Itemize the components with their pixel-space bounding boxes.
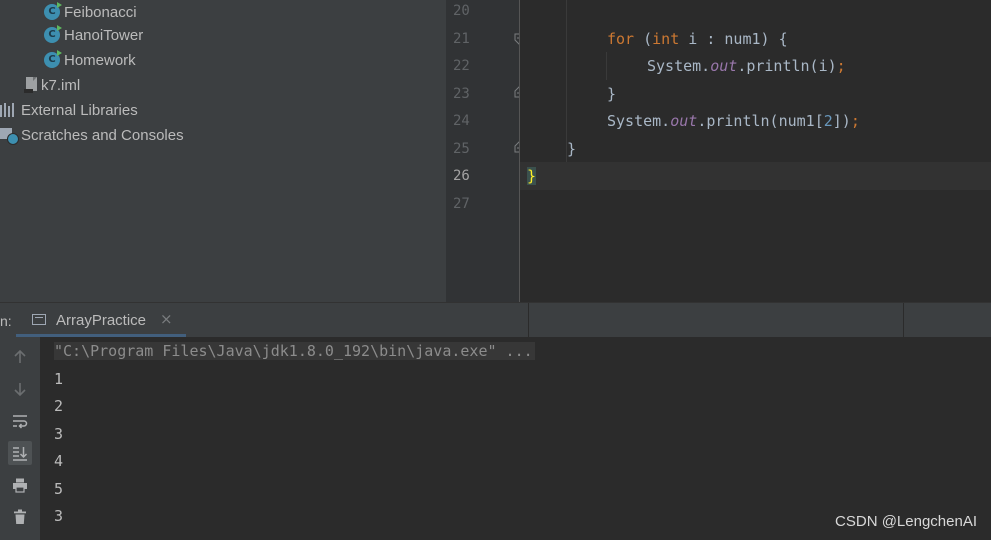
code-line-21: for (int i : num1) { bbox=[607, 25, 788, 53]
code-editor[interactable]: for (int i : num1) { System.out.println(… bbox=[520, 0, 991, 302]
line-number: 21 bbox=[453, 31, 470, 47]
semicolon-token: ; bbox=[836, 57, 846, 75]
java-class-run-icon: C bbox=[44, 50, 62, 68]
console-output-line: 3 bbox=[54, 425, 64, 443]
matched-brace: } bbox=[527, 167, 537, 185]
header-divider bbox=[528, 303, 529, 337]
tree-item-feibonacci[interactable]: C Feibonacci bbox=[44, 0, 137, 24]
keyword-token: for bbox=[607, 30, 635, 48]
code-token: .println(num1[ bbox=[697, 112, 824, 130]
libraries-icon bbox=[0, 102, 18, 118]
scratches-icon bbox=[0, 127, 19, 145]
line-number: 23 bbox=[453, 86, 470, 102]
line-number: 22 bbox=[453, 58, 470, 74]
tab-arraypractice[interactable]: ArrayPractice × bbox=[16, 303, 186, 337]
number-token: 2 bbox=[823, 112, 833, 130]
line-number-current: 26 bbox=[453, 168, 470, 184]
caret-row-highlight bbox=[520, 162, 991, 190]
run-tool-window-header: n: ArrayPractice × bbox=[0, 302, 991, 337]
scroll-to-end-icon[interactable] bbox=[8, 441, 32, 465]
java-class-run-icon: C bbox=[44, 25, 62, 43]
soft-wrap-icon[interactable] bbox=[8, 409, 32, 433]
project-tool-window: C Feibonacci C HanoiTower C Homework k7.… bbox=[0, 0, 446, 302]
code-line-23: } bbox=[607, 80, 616, 108]
keyword-token: int bbox=[652, 30, 680, 48]
semicolon-token: ; bbox=[850, 112, 860, 130]
code-token: } bbox=[607, 85, 617, 103]
line-number: 27 bbox=[453, 196, 470, 212]
trash-icon[interactable] bbox=[8, 505, 32, 529]
code-token: System. bbox=[647, 57, 711, 75]
console-output-line: 4 bbox=[54, 452, 64, 470]
code-token: } bbox=[567, 140, 577, 158]
code-line-24: System.out.println(num1[2]); bbox=[607, 107, 860, 135]
console-output-line: 3 bbox=[54, 507, 64, 525]
print-icon[interactable] bbox=[8, 473, 32, 497]
tree-item-label: HanoiTower bbox=[64, 26, 144, 44]
tree-item-label: Scratches and Consoles bbox=[21, 126, 184, 144]
console-output-line: 2 bbox=[54, 397, 64, 415]
close-icon[interactable]: × bbox=[160, 310, 173, 328]
code-token: System. bbox=[607, 112, 671, 130]
tree-item-hanoitower[interactable]: C HanoiTower bbox=[44, 23, 143, 47]
code-token: ]) bbox=[832, 112, 851, 130]
field-token: out bbox=[670, 112, 698, 130]
iml-file-icon bbox=[24, 77, 37, 93]
run-console[interactable]: "C:\Program Files\Java\jdk1.8.0_192\bin\… bbox=[40, 337, 991, 540]
tree-item-homework[interactable]: C Homework bbox=[44, 48, 136, 72]
line-number: 24 bbox=[453, 113, 470, 129]
field-token: out bbox=[710, 57, 738, 75]
code-line-22: System.out.println(i); bbox=[647, 52, 846, 80]
line-number: 20 bbox=[453, 3, 470, 19]
indent-guide bbox=[606, 52, 607, 80]
editor-gutter[interactable]: 20 21 22 23 24 25 26 27 bbox=[446, 0, 520, 302]
tab-label: ArrayPractice bbox=[56, 312, 147, 329]
header-divider bbox=[903, 303, 904, 337]
tree-item-label: k7.iml bbox=[41, 76, 81, 94]
line-number: 25 bbox=[453, 141, 470, 157]
java-class-run-icon: C bbox=[44, 2, 62, 20]
arrow-down-icon[interactable] bbox=[8, 377, 32, 401]
tree-item-label: Feibonacci bbox=[64, 3, 137, 21]
tree-item-scratches[interactable]: Scratches and Consoles bbox=[0, 123, 184, 147]
run-config-icon bbox=[32, 314, 46, 325]
run-window-label: n: bbox=[0, 313, 12, 329]
console-command: "C:\Program Files\Java\jdk1.8.0_192\bin\… bbox=[54, 342, 535, 360]
tree-item-k7-iml[interactable]: k7.iml bbox=[24, 73, 80, 97]
tree-item-external-libraries[interactable]: External Libraries bbox=[0, 98, 138, 122]
code-token: .println(i) bbox=[737, 57, 837, 75]
code-line-25: } bbox=[567, 135, 576, 163]
tree-item-label: Homework bbox=[64, 51, 136, 69]
tree-item-label: External Libraries bbox=[21, 101, 138, 119]
console-command-line: "C:\Program Files\Java\jdk1.8.0_192\bin\… bbox=[54, 338, 535, 365]
arrow-up-icon[interactable] bbox=[8, 345, 32, 369]
run-toolbar bbox=[0, 337, 40, 540]
watermark: CSDN @LengchenAI bbox=[835, 513, 977, 530]
code-token: ( bbox=[634, 30, 653, 48]
code-line-26: } bbox=[527, 162, 537, 190]
console-output-line: 5 bbox=[54, 480, 64, 498]
console-output-line: 1 bbox=[54, 370, 64, 388]
code-token: i : num1) { bbox=[679, 30, 788, 48]
